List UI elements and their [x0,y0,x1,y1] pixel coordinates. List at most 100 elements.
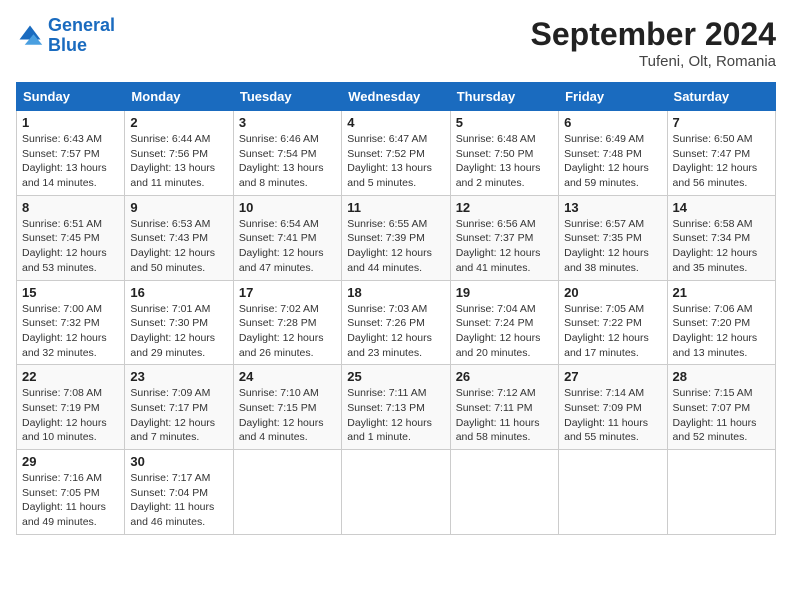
table-row: 2 Sunrise: 6:44 AM Sunset: 7:56 PM Dayli… [125,111,233,196]
table-row: 22 Sunrise: 7:08 AM Sunset: 7:19 PM Dayl… [17,365,125,450]
table-row: 8 Sunrise: 6:51 AM Sunset: 7:45 PM Dayli… [17,195,125,280]
day-number: 22 [22,369,119,384]
day-number: 5 [456,115,553,130]
day-info: Sunrise: 6:54 AM Sunset: 7:41 PM Dayligh… [239,217,336,276]
calendar-week-row: 15 Sunrise: 7:00 AM Sunset: 7:32 PM Dayl… [17,280,776,365]
day-info: Sunrise: 6:49 AM Sunset: 7:48 PM Dayligh… [564,132,661,191]
table-row: 27 Sunrise: 7:14 AM Sunset: 7:09 PM Dayl… [559,365,667,450]
day-number: 9 [130,200,227,215]
day-number: 23 [130,369,227,384]
day-number: 10 [239,200,336,215]
day-number: 8 [22,200,119,215]
table-row: 9 Sunrise: 6:53 AM Sunset: 7:43 PM Dayli… [125,195,233,280]
day-info: Sunrise: 6:46 AM Sunset: 7:54 PM Dayligh… [239,132,336,191]
day-info: Sunrise: 7:14 AM Sunset: 7:09 PM Dayligh… [564,386,661,445]
table-row: 23 Sunrise: 7:09 AM Sunset: 7:17 PM Dayl… [125,365,233,450]
table-row: 12 Sunrise: 6:56 AM Sunset: 7:37 PM Dayl… [450,195,558,280]
day-number: 14 [673,200,770,215]
day-number: 6 [564,115,661,130]
day-number: 18 [347,285,444,300]
day-info: Sunrise: 7:06 AM Sunset: 7:20 PM Dayligh… [673,302,770,361]
table-row: 11 Sunrise: 6:55 AM Sunset: 7:39 PM Dayl… [342,195,450,280]
col-monday: Monday [125,83,233,111]
day-info: Sunrise: 6:50 AM Sunset: 7:47 PM Dayligh… [673,132,770,191]
table-row: 10 Sunrise: 6:54 AM Sunset: 7:41 PM Dayl… [233,195,341,280]
table-row: 25 Sunrise: 7:11 AM Sunset: 7:13 PM Dayl… [342,365,450,450]
month-title: September 2024 [531,16,776,53]
day-info: Sunrise: 7:00 AM Sunset: 7:32 PM Dayligh… [22,302,119,361]
title-section: September 2024 Tufeni, Olt, Romania [531,16,776,70]
col-tuesday: Tuesday [233,83,341,111]
day-number: 19 [456,285,553,300]
table-row: 6 Sunrise: 6:49 AM Sunset: 7:48 PM Dayli… [559,111,667,196]
day-number: 24 [239,369,336,384]
day-info: Sunrise: 7:12 AM Sunset: 7:11 PM Dayligh… [456,386,553,445]
day-number: 16 [130,285,227,300]
day-info: Sunrise: 6:56 AM Sunset: 7:37 PM Dayligh… [456,217,553,276]
col-sunday: Sunday [17,83,125,111]
day-number: 27 [564,369,661,384]
table-row: 20 Sunrise: 7:05 AM Sunset: 7:22 PM Dayl… [559,280,667,365]
page-header: General Blue September 2024 Tufeni, Olt,… [16,16,776,70]
day-number: 11 [347,200,444,215]
day-info: Sunrise: 6:53 AM Sunset: 7:43 PM Dayligh… [130,217,227,276]
table-row: 13 Sunrise: 6:57 AM Sunset: 7:35 PM Dayl… [559,195,667,280]
day-number: 26 [456,369,553,384]
day-info: Sunrise: 6:57 AM Sunset: 7:35 PM Dayligh… [564,217,661,276]
table-row: 7 Sunrise: 6:50 AM Sunset: 7:47 PM Dayli… [667,111,775,196]
day-number: 13 [564,200,661,215]
day-info: Sunrise: 7:02 AM Sunset: 7:28 PM Dayligh… [239,302,336,361]
col-wednesday: Wednesday [342,83,450,111]
day-number: 20 [564,285,661,300]
day-number: 4 [347,115,444,130]
table-row: 24 Sunrise: 7:10 AM Sunset: 7:15 PM Dayl… [233,365,341,450]
table-row [450,450,558,535]
table-row: 3 Sunrise: 6:46 AM Sunset: 7:54 PM Dayli… [233,111,341,196]
day-number: 28 [673,369,770,384]
table-row: 15 Sunrise: 7:00 AM Sunset: 7:32 PM Dayl… [17,280,125,365]
table-row: 21 Sunrise: 7:06 AM Sunset: 7:20 PM Dayl… [667,280,775,365]
calendar-week-row: 8 Sunrise: 6:51 AM Sunset: 7:45 PM Dayli… [17,195,776,280]
day-info: Sunrise: 7:03 AM Sunset: 7:26 PM Dayligh… [347,302,444,361]
day-info: Sunrise: 7:15 AM Sunset: 7:07 PM Dayligh… [673,386,770,445]
table-row: 18 Sunrise: 7:03 AM Sunset: 7:26 PM Dayl… [342,280,450,365]
day-info: Sunrise: 6:47 AM Sunset: 7:52 PM Dayligh… [347,132,444,191]
table-row: 28 Sunrise: 7:15 AM Sunset: 7:07 PM Dayl… [667,365,775,450]
day-info: Sunrise: 6:44 AM Sunset: 7:56 PM Dayligh… [130,132,227,191]
day-number: 3 [239,115,336,130]
logo-text: General Blue [48,16,115,56]
day-number: 29 [22,454,119,469]
day-info: Sunrise: 7:08 AM Sunset: 7:19 PM Dayligh… [22,386,119,445]
table-row [559,450,667,535]
table-row [342,450,450,535]
day-number: 30 [130,454,227,469]
day-info: Sunrise: 7:16 AM Sunset: 7:05 PM Dayligh… [22,471,119,530]
calendar-week-row: 22 Sunrise: 7:08 AM Sunset: 7:19 PM Dayl… [17,365,776,450]
table-row: 14 Sunrise: 6:58 AM Sunset: 7:34 PM Dayl… [667,195,775,280]
logo: General Blue [16,16,115,56]
col-thursday: Thursday [450,83,558,111]
table-row: 26 Sunrise: 7:12 AM Sunset: 7:11 PM Dayl… [450,365,558,450]
table-row [667,450,775,535]
table-row: 17 Sunrise: 7:02 AM Sunset: 7:28 PM Dayl… [233,280,341,365]
calendar-week-row: 1 Sunrise: 6:43 AM Sunset: 7:57 PM Dayli… [17,111,776,196]
day-info: Sunrise: 7:17 AM Sunset: 7:04 PM Dayligh… [130,471,227,530]
day-info: Sunrise: 7:11 AM Sunset: 7:13 PM Dayligh… [347,386,444,445]
logo-icon [16,22,44,50]
table-row: 16 Sunrise: 7:01 AM Sunset: 7:30 PM Dayl… [125,280,233,365]
day-number: 1 [22,115,119,130]
table-row: 29 Sunrise: 7:16 AM Sunset: 7:05 PM Dayl… [17,450,125,535]
day-number: 25 [347,369,444,384]
calendar-table: Sunday Monday Tuesday Wednesday Thursday… [16,82,776,535]
table-row [233,450,341,535]
day-info: Sunrise: 6:51 AM Sunset: 7:45 PM Dayligh… [22,217,119,276]
day-info: Sunrise: 6:58 AM Sunset: 7:34 PM Dayligh… [673,217,770,276]
col-friday: Friday [559,83,667,111]
table-row: 4 Sunrise: 6:47 AM Sunset: 7:52 PM Dayli… [342,111,450,196]
table-row: 19 Sunrise: 7:04 AM Sunset: 7:24 PM Dayl… [450,280,558,365]
day-number: 12 [456,200,553,215]
day-info: Sunrise: 7:10 AM Sunset: 7:15 PM Dayligh… [239,386,336,445]
day-info: Sunrise: 6:55 AM Sunset: 7:39 PM Dayligh… [347,217,444,276]
day-number: 21 [673,285,770,300]
calendar-week-row: 29 Sunrise: 7:16 AM Sunset: 7:05 PM Dayl… [17,450,776,535]
